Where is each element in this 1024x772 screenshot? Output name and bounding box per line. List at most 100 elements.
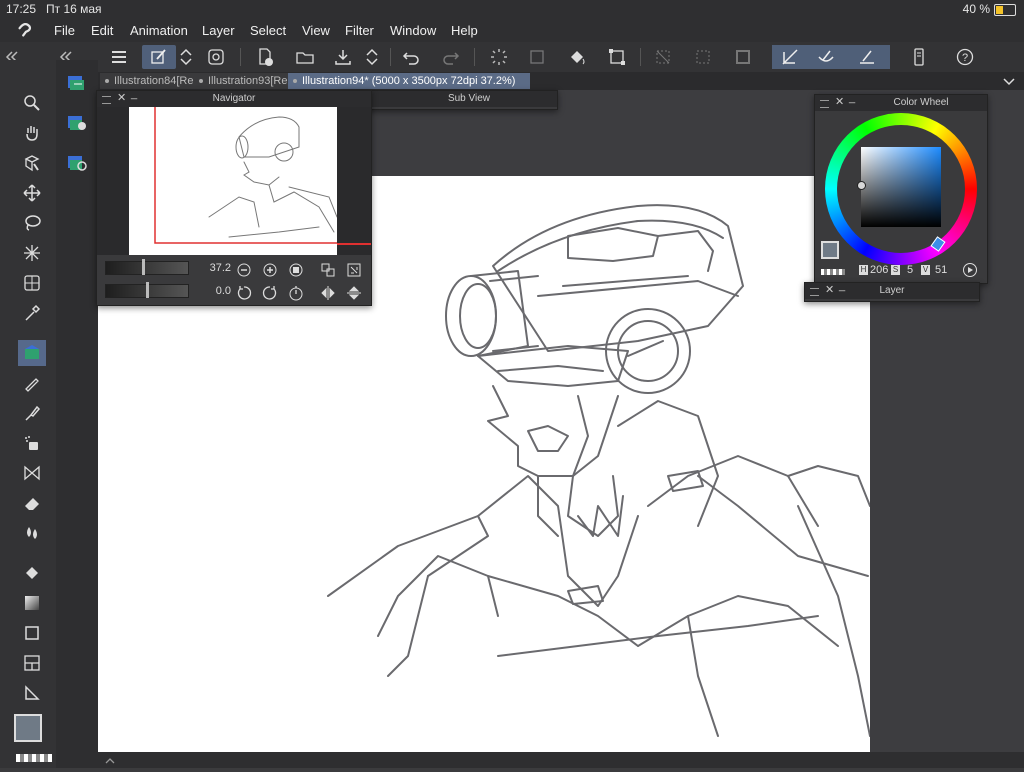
close-icon[interactable]: ✕ [825,283,834,296]
subtool-target-icon[interactable] [66,154,88,172]
v-value: 51 [935,264,948,276]
menu-animation[interactable]: Animation [130,23,188,38]
menu-edit[interactable]: Edit [91,23,113,38]
eyedropper-icon[interactable] [18,300,46,326]
rotation-value: 0.0 [215,285,231,297]
brush-tool-icon[interactable] [18,400,46,426]
selection-border-icon[interactable] [730,45,756,69]
command-bar: ? [0,42,1024,73]
modify-tool-icon[interactable] [142,45,176,69]
menu-file[interactable]: File [54,23,75,38]
magic-wand-icon[interactable] [18,240,46,266]
saturation-value-square[interactable] [857,147,941,227]
document-tab-bar: Illustration84[Re Illustration93[Re Illu… [98,72,1024,90]
spiral-icon[interactable] [203,45,229,69]
chevron-up-icon[interactable] [104,754,116,766]
tab-illustration94[interactable]: Illustration94* (5000 x 3500px 72dpi 37.… [288,73,530,89]
menu-select[interactable]: Select [250,23,286,38]
tab-list-chevron-icon[interactable] [1002,74,1016,88]
navigator-preview[interactable] [97,107,371,255]
hamburger-menu-icon[interactable] [106,45,132,69]
fill-bucket-icon[interactable] [564,45,590,69]
updown-arrows-icon[interactable] [176,45,196,69]
updown-arrows-icon[interactable] [362,45,382,69]
rotate-left-icon[interactable] [235,284,253,302]
lasso-tool-icon[interactable] [18,210,46,236]
rotation-slider-thumb[interactable] [146,282,149,298]
zoom-in-icon[interactable] [261,261,279,279]
menu-help[interactable]: Help [451,23,478,38]
panel-handle-icon[interactable] [810,288,819,296]
transparent-color-swatch[interactable] [16,754,52,762]
undo-icon[interactable] [398,45,424,69]
menu-layer[interactable]: Layer [202,23,235,38]
blend-tool-icon[interactable] [18,520,46,546]
subtool-settings-icon[interactable] [66,114,88,132]
ruler-snap-icon[interactable] [772,45,808,69]
figure-tool-icon[interactable] [18,620,46,646]
main-color-swatch[interactable] [14,714,42,742]
tab-illustration93[interactable]: Illustration93[Re [194,73,298,89]
redo-icon[interactable] [438,45,464,69]
pencil-tool-icon[interactable] [18,370,46,396]
help-icon[interactable]: ? [952,45,978,69]
loading-spinner-icon[interactable] [486,45,512,69]
deselect-icon[interactable] [650,45,676,69]
frame-border-icon[interactable] [18,650,46,676]
grid-snap-icon[interactable] [844,45,890,69]
airbrush-tool-icon[interactable] [18,430,46,456]
status-time: 17:25 [6,2,37,16]
svg-text:?: ? [962,52,968,64]
invert-selection-icon[interactable] [690,45,716,69]
pen-tool-icon[interactable] [18,340,46,366]
panel-handle-icon[interactable] [102,96,111,104]
eraser-tool-icon[interactable] [18,490,46,516]
zoom-slider[interactable] [105,261,189,275]
new-file-icon[interactable] [252,45,278,69]
app-logo-icon[interactable] [16,21,34,39]
flip-horizontal-icon[interactable] [319,284,337,302]
zoom-tool-icon[interactable] [18,90,46,116]
play-circle-icon[interactable] [961,261,979,279]
tab-illustration84[interactable]: Illustration84[Re [100,73,204,89]
menu-filter[interactable]: Filter [345,23,374,38]
main-color-swatch[interactable] [821,241,839,259]
transform-icon[interactable] [604,45,630,69]
menu-view[interactable]: View [302,23,330,38]
fullscreen-icon[interactable] [345,261,363,279]
hand-tool-icon[interactable] [18,120,46,146]
canvas-bottom-bar [98,752,1024,768]
tool-palette [0,60,56,768]
zoom-out-icon[interactable] [235,261,253,279]
smartphone-icon[interactable] [906,45,932,69]
transparent-color-swatch[interactable] [821,269,845,275]
open-folder-icon[interactable] [292,45,318,69]
decoration-tool-icon[interactable] [18,460,46,486]
operation-tool-icon[interactable] [18,150,46,176]
minimize-icon[interactable]: _ [849,92,855,104]
subview-panel: Sub View [340,90,558,110]
save-icon[interactable] [330,45,356,69]
menu-window[interactable]: Window [390,23,436,38]
minimize-icon[interactable]: _ [839,280,845,292]
subtool-layer-icon[interactable] [66,74,88,92]
rotate-right-icon[interactable] [261,284,279,302]
navigator-panel: Navigator ✕ _ 37.2 0.0 [96,88,372,306]
close-icon[interactable]: ✕ [117,91,126,104]
special-ruler-icon[interactable] [808,45,844,69]
move-tool-icon[interactable] [18,180,46,206]
fit-to-screen-icon[interactable] [287,261,305,279]
minimize-icon[interactable]: _ [131,88,137,100]
zoom-slider-thumb[interactable] [141,259,145,275]
clear-layer-icon[interactable] [524,45,550,69]
gradient-tool-icon[interactable] [18,590,46,616]
sv-picker-marker[interactable] [857,181,866,190]
reset-rotation-icon[interactable] [287,284,305,302]
eyedropper-mesh-icon[interactable] [18,270,46,296]
ruler-tool-icon[interactable] [18,680,46,706]
flip-zoom-icon[interactable] [319,261,337,279]
fill-tool-icon[interactable] [18,560,46,586]
flip-vertical-icon[interactable] [345,284,363,302]
close-icon[interactable]: ✕ [835,95,844,108]
panel-handle-icon[interactable] [820,100,829,108]
